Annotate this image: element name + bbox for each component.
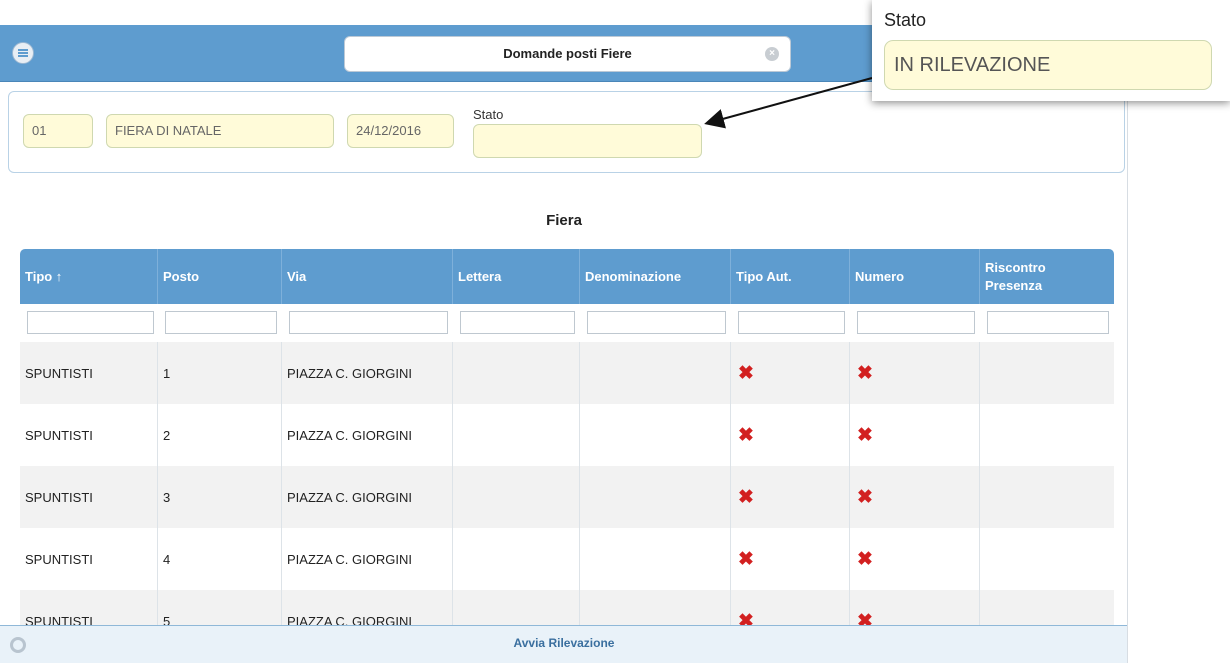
cell-via-text: PIAZZA C. GIORGINI: [287, 489, 412, 505]
table-row[interactable]: SPUNTISTI 2 PIAZZA C. GIORGINI ✖ ✖: [20, 404, 1114, 466]
page-title: Domande posti Fiere ×: [344, 36, 791, 72]
cross-icon: ✖: [738, 362, 754, 384]
column-header-posto[interactable]: Posto: [157, 249, 281, 304]
stato-label: Stato: [473, 107, 504, 122]
filter-input-tipo-aut[interactable]: [738, 311, 845, 334]
cell-tipo-aut: ✖: [730, 466, 849, 528]
filter-input-denominazione[interactable]: [587, 311, 726, 334]
cell-numero: ✖: [849, 342, 979, 404]
cell-lettera: [452, 466, 579, 528]
cell-riscontro: [979, 342, 1114, 404]
name-field[interactable]: FIERA DI NATALE: [106, 114, 334, 148]
column-header-tipo-aut[interactable]: Tipo Aut.: [730, 249, 849, 304]
stato-field[interactable]: [473, 124, 702, 158]
cell-tipo: SPUNTISTI: [20, 466, 157, 528]
cell-numero: ✖: [849, 404, 979, 466]
cross-icon: ✖: [857, 424, 873, 446]
cell-riscontro: [979, 528, 1114, 590]
cross-icon: ✖: [857, 548, 873, 570]
page-title-text: Domande posti Fiere: [503, 46, 632, 61]
cell-tipo: SPUNTISTI: [20, 342, 157, 404]
cell-posto-text: 2: [163, 427, 171, 443]
cell-denominazione: [579, 342, 730, 404]
cell-posto-text: 3: [163, 489, 171, 505]
column-filter-row: [20, 304, 1114, 342]
cross-icon: ✖: [738, 548, 754, 570]
column-header-numero[interactable]: Numero: [849, 249, 979, 304]
cell-tipo-aut: ✖: [730, 528, 849, 590]
cell-tipo: SPUNTISTI: [20, 528, 157, 590]
cell-posto: 4: [157, 528, 281, 590]
cell-lettera: [452, 342, 579, 404]
table-row[interactable]: SPUNTISTI 4 PIAZZA C. GIORGINI ✖ ✖: [20, 528, 1114, 590]
callout-stato-label: Stato: [884, 10, 927, 30]
cell-via: PIAZZA C. GIORGINI: [281, 528, 452, 590]
date-field[interactable]: 24/12/2016: [347, 114, 454, 148]
cell-riscontro: [979, 404, 1114, 466]
cell-posto: 2: [157, 404, 281, 466]
section-title: Fiera: [546, 212, 582, 229]
cell-posto: 1: [157, 342, 281, 404]
cell-denominazione: [579, 404, 730, 466]
cell-riscontro: [979, 466, 1114, 528]
filter-input-numero[interactable]: [857, 311, 975, 334]
column-header-riscontro[interactable]: Riscontro Presenza: [979, 249, 1114, 304]
cell-posto: 3: [157, 466, 281, 528]
filter-input-riscontro[interactable]: [987, 311, 1109, 334]
cell-via-text: PIAZZA C. GIORGINI: [287, 427, 412, 443]
filter-input-posto[interactable]: [165, 311, 277, 334]
filter-input-tipo[interactable]: [27, 311, 154, 334]
cross-icon: ✖: [857, 362, 873, 384]
cell-denominazione: [579, 528, 730, 590]
menu-icon[interactable]: [12, 42, 34, 64]
cell-lettera: [452, 528, 579, 590]
start-survey-button[interactable]: Avvia Rilevazione: [0, 636, 1127, 650]
cell-via: PIAZZA C. GIORGINI: [281, 404, 452, 466]
grid-header: Tipo ↑ Posto Via Lettera Denominazione T…: [20, 249, 1114, 304]
cell-via: PIAZZA C. GIORGINI: [281, 466, 452, 528]
cell-numero: ✖: [849, 528, 979, 590]
cell-denominazione: [579, 466, 730, 528]
filter-input-via[interactable]: [289, 311, 448, 334]
code-field[interactable]: 01: [23, 114, 93, 148]
column-header-denominazione[interactable]: Denominazione: [579, 249, 730, 304]
cell-tipo-aut: ✖: [730, 404, 849, 466]
column-header-via[interactable]: Via: [281, 249, 452, 304]
cross-icon: ✖: [738, 424, 754, 446]
cell-via-text: PIAZZA C. GIORGINI: [287, 551, 412, 567]
cross-icon: ✖: [857, 486, 873, 508]
zoom-callout: Stato IN RILEVAZIONE: [872, 0, 1230, 101]
cell-numero: ✖: [849, 466, 979, 528]
cell-tipo-text: SPUNTISTI: [25, 489, 93, 505]
cell-tipo-text: SPUNTISTI: [25, 365, 93, 381]
data-grid: Tipo ↑ Posto Via Lettera Denominazione T…: [20, 249, 1114, 663]
cell-tipo-text: SPUNTISTI: [25, 551, 93, 567]
table-row[interactable]: SPUNTISTI 3 PIAZZA C. GIORGINI ✖ ✖: [20, 466, 1114, 528]
cell-lettera: [452, 404, 579, 466]
table-row[interactable]: SPUNTISTI 1 PIAZZA C. GIORGINI ✖ ✖: [20, 342, 1114, 404]
footer-bar: Avvia Rilevazione: [0, 625, 1127, 663]
filter-panel: 01 FIERA DI NATALE 24/12/2016 Stato: [8, 91, 1125, 173]
cell-tipo: SPUNTISTI: [20, 404, 157, 466]
clear-icon[interactable]: ×: [765, 47, 779, 61]
cell-via: PIAZZA C. GIORGINI: [281, 342, 452, 404]
filter-input-lettera[interactable]: [460, 311, 575, 334]
column-header-riscontro-label: Riscontro Presenza: [985, 259, 1046, 293]
cross-icon: ✖: [738, 486, 754, 508]
app-root: Domande posti Fiere × 01 FIERA DI NATALE…: [0, 0, 1230, 663]
cell-posto-text: 4: [163, 551, 171, 567]
column-header-lettera[interactable]: Lettera: [452, 249, 579, 304]
cell-tipo-aut: ✖: [730, 342, 849, 404]
column-header-tipo[interactable]: Tipo ↑: [20, 249, 157, 304]
callout-stato-field: IN RILEVAZIONE: [884, 40, 1212, 90]
cell-via-text: PIAZZA C. GIORGINI: [287, 365, 412, 381]
cell-tipo-text: SPUNTISTI: [25, 427, 93, 443]
cell-posto-text: 1: [163, 365, 171, 381]
app-window: Domande posti Fiere × 01 FIERA DI NATALE…: [0, 25, 1128, 663]
